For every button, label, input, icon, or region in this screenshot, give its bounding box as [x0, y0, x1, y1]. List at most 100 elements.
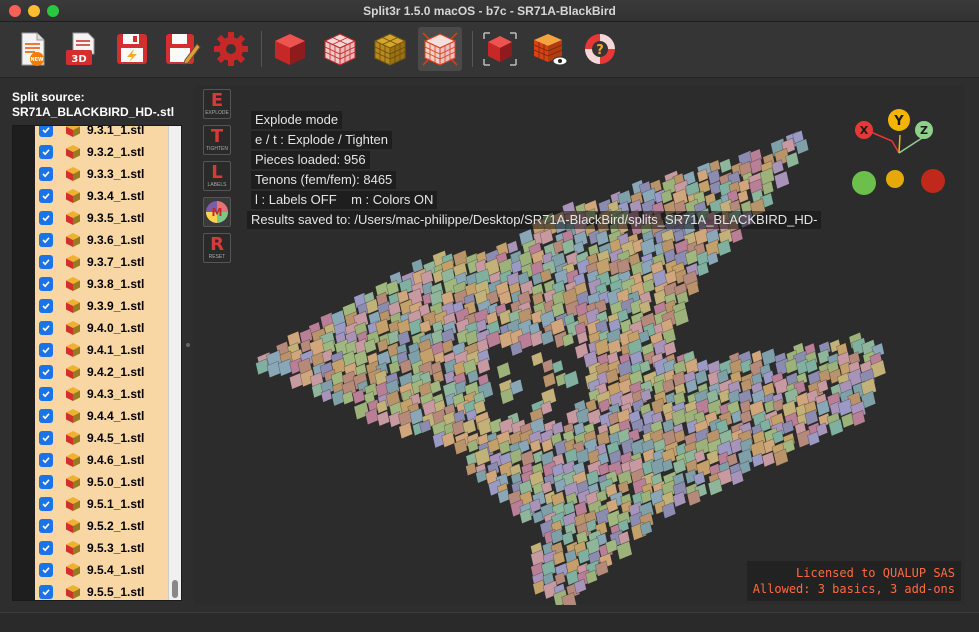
status-bar: [0, 612, 979, 632]
labels-view-button[interactable]: L LABELS: [203, 161, 231, 191]
explode-letter: E: [210, 90, 224, 111]
file-checkbox[interactable]: [39, 541, 53, 555]
list-item[interactable]: 9.5.1_1.stl: [35, 493, 169, 515]
file-checkbox[interactable]: [39, 343, 53, 357]
explode-view-button[interactable]: E EXPLODE: [203, 89, 231, 119]
svg-text:?: ?: [596, 43, 604, 58]
file-checkbox[interactable]: [39, 519, 53, 533]
green-view-dot[interactable]: [852, 171, 876, 195]
file-checkbox[interactable]: [39, 431, 53, 445]
save-split-button[interactable]: [110, 27, 154, 71]
file-name: 9.4.5_1.stl: [87, 431, 145, 445]
list-item[interactable]: 9.3.3_1.stl: [35, 163, 169, 185]
mesh-piece: [496, 361, 512, 380]
list-item[interactable]: 9.3.7_1.stl: [35, 251, 169, 273]
save-edit-button[interactable]: [160, 27, 204, 71]
solid-cube-button[interactable]: [268, 27, 312, 71]
file-checkbox[interactable]: [39, 299, 53, 313]
list-item[interactable]: 9.4.4_1.stl: [35, 405, 169, 427]
z-axis-label: Z: [920, 124, 928, 137]
gold-grid-cube-button[interactable]: [368, 27, 412, 71]
file-checkbox[interactable]: [39, 167, 53, 181]
stl-cube-icon: [66, 409, 80, 423]
y-axis-label: Y: [893, 114, 904, 129]
file-checkbox[interactable]: [39, 321, 53, 335]
list-item[interactable]: 9.5.5_1.stl: [35, 581, 169, 600]
file-checkbox[interactable]: [39, 233, 53, 247]
yellow-view-dot[interactable]: [886, 170, 904, 188]
list-item[interactable]: 9.5.4_1.stl: [35, 559, 169, 581]
file-checkbox[interactable]: [39, 211, 53, 225]
tenons-count-text: Tenons (fem/fem): 8465: [251, 171, 397, 189]
save-edit-icon: [166, 34, 201, 65]
split-source-caption: Split source:: [12, 90, 85, 104]
list-item[interactable]: 9.5.3_1.stl: [35, 537, 169, 559]
file-checkbox[interactable]: [39, 409, 53, 423]
pieces-loaded-text: Pieces loaded: 956: [251, 151, 370, 169]
list-item[interactable]: 9.5.0_1.stl: [35, 471, 169, 493]
file-checkbox[interactable]: [39, 475, 53, 489]
toolbar-separator: [472, 31, 473, 67]
file-name: 9.5.2_1.stl: [87, 519, 145, 533]
axis-gizmo[interactable]: X Y Z: [844, 105, 954, 205]
file-checkbox[interactable]: [39, 563, 53, 577]
list-item[interactable]: 9.3.4_1.stl: [35, 185, 169, 207]
file-checkbox[interactable]: [39, 365, 53, 379]
list-item[interactable]: 9.3.2_1.stl: [35, 141, 169, 163]
list-item[interactable]: 9.4.3_1.stl: [35, 383, 169, 405]
mesh-piece: [541, 358, 555, 374]
file-checkbox[interactable]: [39, 387, 53, 401]
file-checkbox[interactable]: [39, 189, 53, 203]
colors-view-button[interactable]: M: [203, 197, 231, 227]
info-overlay: Explode mode e / t : Explode / Tighten P…: [247, 111, 822, 231]
toolbar: NEW 3D ?: [0, 22, 979, 78]
list-item[interactable]: 9.4.0_1.stl: [35, 317, 169, 339]
new-file-button[interactable]: NEW: [10, 27, 54, 71]
file-checkbox[interactable]: [39, 145, 53, 159]
file-list-scrollbar[interactable]: [168, 126, 181, 600]
3d-viewport[interactable]: E EXPLODE T TIGHTEN L LABELS M R RESET E…: [194, 85, 965, 605]
list-item[interactable]: 9.4.5_1.stl: [35, 427, 169, 449]
help-button[interactable]: ?: [578, 27, 622, 71]
file-list[interactable]: 9.3.1_1.stl 9.3.2_1.stl 9.3.3_1.stl 9.3.4_1…: [12, 125, 182, 601]
list-item[interactable]: 9.3.1_1.stl: [35, 126, 169, 141]
settings-button[interactable]: [209, 27, 253, 71]
explode-keys-text: e / t : Explode / Tighten: [251, 131, 392, 149]
file-checkbox[interactable]: [39, 255, 53, 269]
file-name: 9.4.2_1.stl: [87, 365, 145, 379]
list-item[interactable]: 9.3.9_1.stl: [35, 295, 169, 317]
file-checkbox[interactable]: [39, 126, 53, 137]
new-document-icon: NEW: [21, 32, 45, 66]
file-checkbox[interactable]: [39, 585, 53, 599]
tighten-view-button[interactable]: T TIGHTEN: [203, 125, 231, 155]
title-bar[interactable]: Split3r 1.5.0 macOS - b7c - SR71A-BlackB…: [0, 0, 979, 22]
file-name: 9.4.3_1.stl: [87, 387, 145, 401]
stl-cube-icon: [66, 189, 80, 203]
list-item[interactable]: 9.4.1_1.stl: [35, 339, 169, 361]
scrollbar-thumb[interactable]: [172, 580, 178, 598]
list-item[interactable]: 9.4.2_1.stl: [35, 361, 169, 383]
file-checkbox[interactable]: [39, 277, 53, 291]
grid-cube-button[interactable]: [318, 27, 362, 71]
list-item[interactable]: 9.5.2_1.stl: [35, 515, 169, 537]
list-item[interactable]: 9.3.5_1.stl: [35, 207, 169, 229]
file-checkbox[interactable]: [39, 497, 53, 511]
mesh-piece: [474, 447, 491, 467]
explode-cube-button[interactable]: [418, 27, 462, 71]
reset-view-button[interactable]: R RESET: [203, 233, 231, 263]
file-name: 9.4.1_1.stl: [87, 343, 145, 357]
list-item[interactable]: 9.3.8_1.stl: [35, 273, 169, 295]
brick-view-button[interactable]: [528, 27, 572, 71]
brick-eye-icon: [533, 34, 568, 66]
new-badge-text: NEW: [30, 57, 44, 63]
grid-cube-icon: [323, 33, 357, 66]
panel-splitter-handle[interactable]: [186, 343, 190, 347]
list-item[interactable]: 9.3.6_1.stl: [35, 229, 169, 251]
file-checkbox[interactable]: [39, 453, 53, 467]
bounding-box-button[interactable]: [478, 27, 522, 71]
list-item[interactable]: 9.4.6_1.stl: [35, 449, 169, 471]
open-3d-button[interactable]: 3D: [59, 27, 103, 71]
reset-caption: RESET: [208, 254, 226, 260]
file-name: 9.3.7_1.stl: [87, 255, 145, 269]
red-view-dot[interactable]: [921, 169, 945, 193]
